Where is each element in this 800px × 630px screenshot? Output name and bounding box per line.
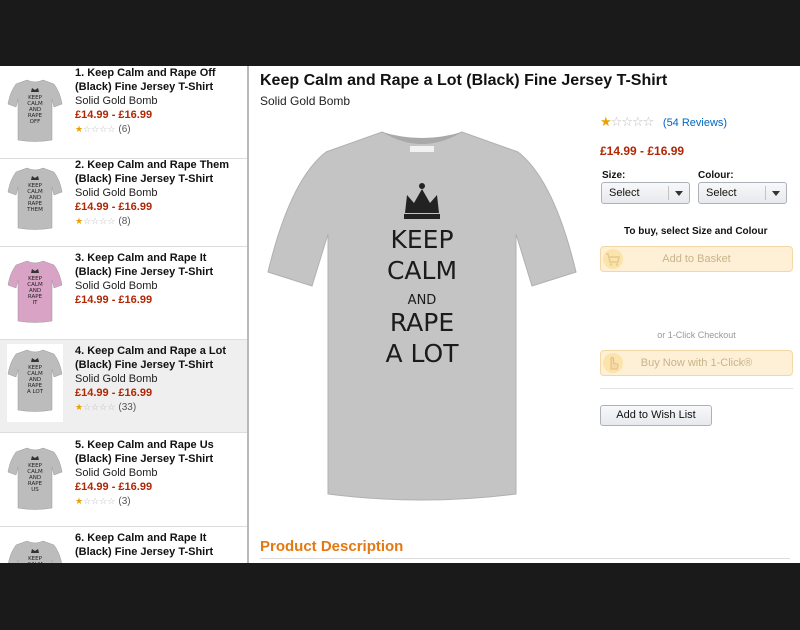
size-select-value: Select xyxy=(609,187,640,199)
sidebar-product-item[interactable]: KEEPCALMANDRAPEIT 6. Keep Calm and Rape I… xyxy=(0,527,247,563)
sidebar-item-brand: Solid Gold Bomb xyxy=(75,187,158,199)
sidebar-product-item[interactable]: KEEP CALM AND RAPE US 5. Keep Calm and Rape U… xyxy=(0,434,247,527)
sidebar-item-brand: Solid Gold Bomb xyxy=(75,467,158,479)
star-rating-icon: ★☆☆☆☆ xyxy=(600,114,654,129)
chevron-down-icon xyxy=(772,191,780,196)
sidebar-item-price: £14.99 - £16.99 xyxy=(75,294,153,306)
buybox-divider xyxy=(600,388,793,389)
product-rating: ★☆☆☆☆ (54 Reviews) xyxy=(600,114,727,130)
size-select[interactable]: Select xyxy=(601,182,690,204)
sidebar-item-rating: ★☆☆☆☆ (8) xyxy=(75,216,131,227)
slogan-line: KEEP xyxy=(390,225,453,254)
slogan-line: A LOT xyxy=(385,339,459,368)
svg-text:US: US xyxy=(31,487,39,493)
select-divider xyxy=(765,186,766,200)
colour-select[interactable]: Select xyxy=(698,182,787,204)
add-to-wish-list-button[interactable]: Add to Wish List xyxy=(600,405,712,426)
product-detail: Keep Calm and Rape a Lot (Black) Fine Je… xyxy=(251,66,800,563)
sidebar-item-rating: ★☆☆☆☆ (6) xyxy=(75,124,131,135)
svg-text:THEM: THEM xyxy=(26,207,43,213)
page-title: Keep Calm and Rape a Lot (Black) Fine Je… xyxy=(260,72,668,89)
review-count: (33) xyxy=(118,402,137,413)
brand-link[interactable]: Solid Gold Bomb xyxy=(260,94,350,108)
product-price: £14.99 - £16.99 xyxy=(600,144,685,158)
tshirt-tag xyxy=(410,146,434,152)
colour-select-value: Select xyxy=(706,187,737,199)
size-label: Size: xyxy=(602,170,626,181)
product-image[interactable]: KEEP CALM AND RAPE A LOT xyxy=(264,124,580,504)
svg-text:IT: IT xyxy=(33,300,39,306)
sidebar-item-price: £14.99 - £16.99 xyxy=(75,387,153,399)
slogan-line: CALM xyxy=(387,256,457,285)
buy-now-label: Buy Now with 1-Click® xyxy=(640,357,753,369)
screen: KEEP CALM AND RAPE OFF 1. Keep Calm and Rape … xyxy=(0,66,800,563)
product-thumbnail[interactable]: KEEPCALMANDRAPEIT xyxy=(7,535,63,563)
sidebar-item-title[interactable]: 3. Keep Calm and Rape It (Black) Fine Je… xyxy=(75,251,243,279)
add-to-basket-label: Add to Basket xyxy=(662,253,731,265)
product-sidebar: KEEP CALM AND RAPE OFF 1. Keep Calm and Rape … xyxy=(0,66,249,563)
svg-text:CALM: CALM xyxy=(27,562,43,563)
sidebar-item-rating: ★☆☆☆☆ (33) xyxy=(75,402,137,413)
chevron-down-icon xyxy=(675,191,683,196)
product-thumbnail[interactable]: KEEP CALM AND RAPE OFF xyxy=(7,74,63,144)
svg-text:A LOT: A LOT xyxy=(27,389,44,395)
sidebar-product-item[interactable]: KEEP CALM AND RAPE A LOT 4. Keep Calm and Rap… xyxy=(0,340,247,433)
review-count: (6) xyxy=(118,124,131,135)
reviews-link[interactable]: (54 Reviews) xyxy=(663,117,727,129)
oneclick-checkout-text: or 1-Click Checkout xyxy=(657,330,736,340)
sidebar-item-price: £14.99 - £16.99 xyxy=(75,201,153,213)
sidebar-item-brand: Solid Gold Bomb xyxy=(75,280,158,292)
select-divider xyxy=(668,186,669,200)
add-to-basket-button[interactable]: Add to Basket xyxy=(600,246,793,272)
sidebar-item-title[interactable]: 5. Keep Calm and Rape Us (Black) Fine Je… xyxy=(75,438,243,466)
colour-label: Colour: xyxy=(698,170,734,181)
description-divider xyxy=(260,558,790,559)
sidebar-product-item[interactable]: KEEP CALM AND RAPE IT 3. Keep Calm and Rape I… xyxy=(0,247,247,340)
sidebar-item-title[interactable]: 1. Keep Calm and Rape Off (Black) Fine J… xyxy=(75,66,243,94)
sidebar-item-rating: ★☆☆☆☆ (3) xyxy=(75,496,131,507)
sidebar-item-brand: Solid Gold Bomb xyxy=(75,373,158,385)
product-thumbnail[interactable]: KEEP CALM AND RAPE THEM xyxy=(7,162,63,232)
buy-instructions: To buy, select Size and Colour xyxy=(624,226,768,237)
product-thumbnail[interactable]: KEEP CALM AND RAPE A LOT xyxy=(7,344,63,422)
slogan-line: AND xyxy=(408,293,437,308)
product-description-heading: Product Description xyxy=(260,538,404,555)
sidebar-product-item[interactable]: KEEP CALM AND RAPE OFF 1. Keep Calm and Rape … xyxy=(0,66,247,159)
buy-now-button[interactable]: Buy Now with 1-Click® xyxy=(600,350,793,376)
product-thumbnail[interactable]: KEEP CALM AND RAPE US xyxy=(7,442,63,512)
sidebar-item-title[interactable]: 6. Keep Calm and Rape It (Black) Fine Je… xyxy=(75,531,243,559)
review-count: (3) xyxy=(118,496,131,507)
sidebar-item-price: £14.99 - £16.99 xyxy=(75,109,153,121)
product-thumbnail[interactable]: KEEPCALMANDRAPEIT xyxy=(7,255,63,325)
slogan-line: RAPE xyxy=(390,308,454,337)
sidebar-item-title[interactable]: 4. Keep Calm and Rape a Lot (Black) Fine… xyxy=(75,344,243,372)
sidebar-item-title[interactable]: 2. Keep Calm and Rape Them (Black) Fine … xyxy=(75,158,243,186)
sidebar-item-price: £14.99 - £16.99 xyxy=(75,481,153,493)
review-count: (8) xyxy=(118,216,131,227)
svg-text:OFF: OFF xyxy=(30,119,41,125)
sidebar-product-item[interactable]: KEEP CALM AND RAPE THEM 2. Keep Calm and Rape… xyxy=(0,154,247,247)
tshirt-image: KEEPCALM ANDRAPEA LOT xyxy=(267,131,577,501)
sidebar-item-brand: Solid Gold Bomb xyxy=(75,95,158,107)
